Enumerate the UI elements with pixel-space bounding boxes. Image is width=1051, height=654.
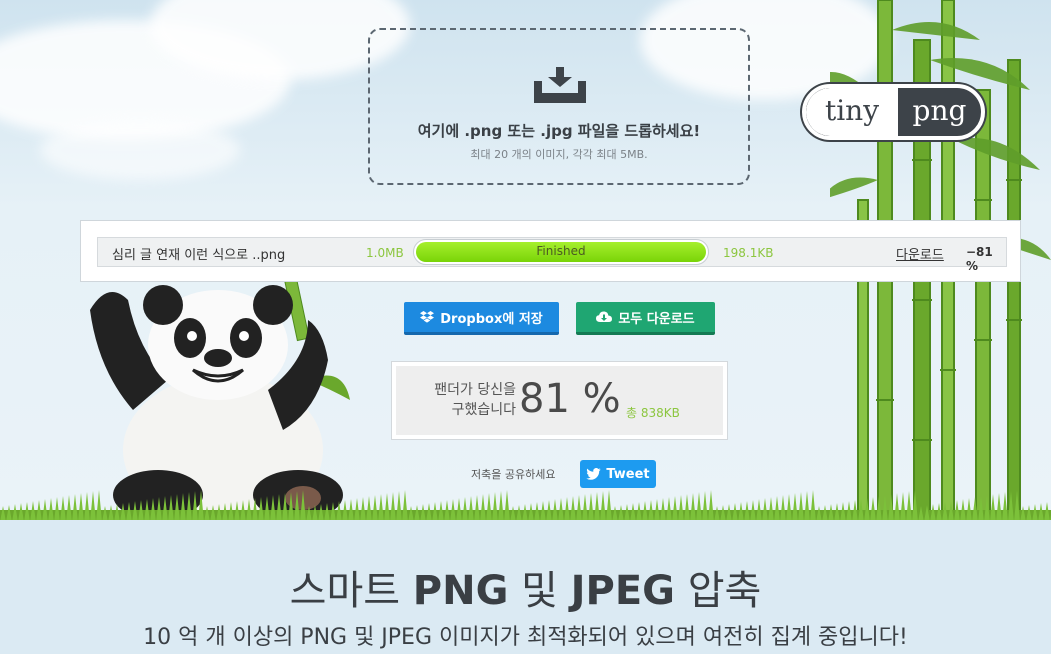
headline-part-2: 및 — [508, 568, 571, 614]
total-savings-percent: 81 % — [519, 376, 621, 422]
progress-label: Finished — [536, 244, 586, 258]
tweet-label: Tweet — [606, 466, 650, 482]
dropzone-title: 여기에 .png 또는 .jpg 파일을 드롭하세요! — [417, 122, 701, 140]
download-all-button[interactable]: 모두 다운로드 — [576, 302, 715, 335]
headline-png: PNG — [412, 568, 509, 614]
headline-part-3: 압축 — [675, 568, 762, 614]
panda-saved-text: 팬더가 당신을 구했습니다 — [406, 380, 516, 420]
feature-subline: 10 억 개 이상의 PNG 및 JPEG 이미지가 최적화되어 있으며 여전히… — [143, 625, 908, 650]
download-all-label: 모두 다운로드 — [618, 311, 695, 327]
logo-text-png: png — [912, 94, 967, 127]
logo-text-tiny: tiny — [806, 88, 898, 136]
savings-summary-inner: 팬더가 당신을 구했습니다 81 % 총 838KB — [396, 366, 723, 435]
upload-dropzone[interactable]: 여기에 .png 또는 .jpg 파일을 드롭하세요! 최대 20 개의 이미지… — [368, 28, 750, 185]
total-saved-size: 총 838KB — [626, 406, 680, 420]
cloud-download-icon — [596, 311, 613, 322]
savings-percent: −81 % — [966, 245, 993, 273]
file-result-row: 심리 글 연재 이런 식으로 ..png 1.0MB Finished 198.… — [97, 237, 1007, 273]
compressed-size: 198.1KB — [723, 246, 774, 260]
tinypng-logo[interactable]: tiny png — [802, 84, 985, 140]
feature-section: 스마트 PNG 및 JPEG 압축 10 억 개 이상의 PNG 및 JPEG … — [0, 520, 1051, 654]
headline-part-1: 스마트 — [289, 568, 413, 614]
dropbox-icon — [420, 310, 435, 323]
panda-saved-line2: 구했습니다 — [451, 402, 516, 418]
grass-blades — [0, 490, 1051, 522]
download-tray-icon — [534, 67, 586, 103]
progress-bar: Finished — [413, 239, 709, 265]
original-size: 1.0MB — [366, 246, 404, 260]
twitter-bird-icon — [586, 468, 602, 480]
results-panel: 심리 글 연재 이런 식으로 ..png 1.0MB Finished 198.… — [80, 220, 1021, 282]
dropbox-button-label: Dropbox에 저장 — [440, 311, 543, 327]
grass-decoration — [0, 490, 1051, 522]
dropzone-subtitle: 최대 20 개의 이미지, 각각 최대 5MB. — [470, 148, 648, 161]
share-savings-label: 저축을 공유하세요 — [471, 468, 556, 481]
download-link[interactable]: 다운로드 — [896, 244, 944, 263]
feature-headline: 스마트 PNG 및 JPEG 압축 — [0, 558, 1051, 616]
tweet-button[interactable]: Tweet — [580, 460, 656, 488]
savings-summary: 팬더가 당신을 구했습니다 81 % 총 838KB — [391, 361, 728, 440]
file-name: 심리 글 연재 이런 식으로 ..png — [112, 248, 286, 263]
panda-saved-line1: 팬더가 당신을 — [434, 382, 516, 398]
save-to-dropbox-button[interactable]: Dropbox에 저장 — [404, 302, 559, 335]
headline-jpeg: JPEG — [570, 568, 675, 614]
panda-mascot — [90, 270, 350, 520]
